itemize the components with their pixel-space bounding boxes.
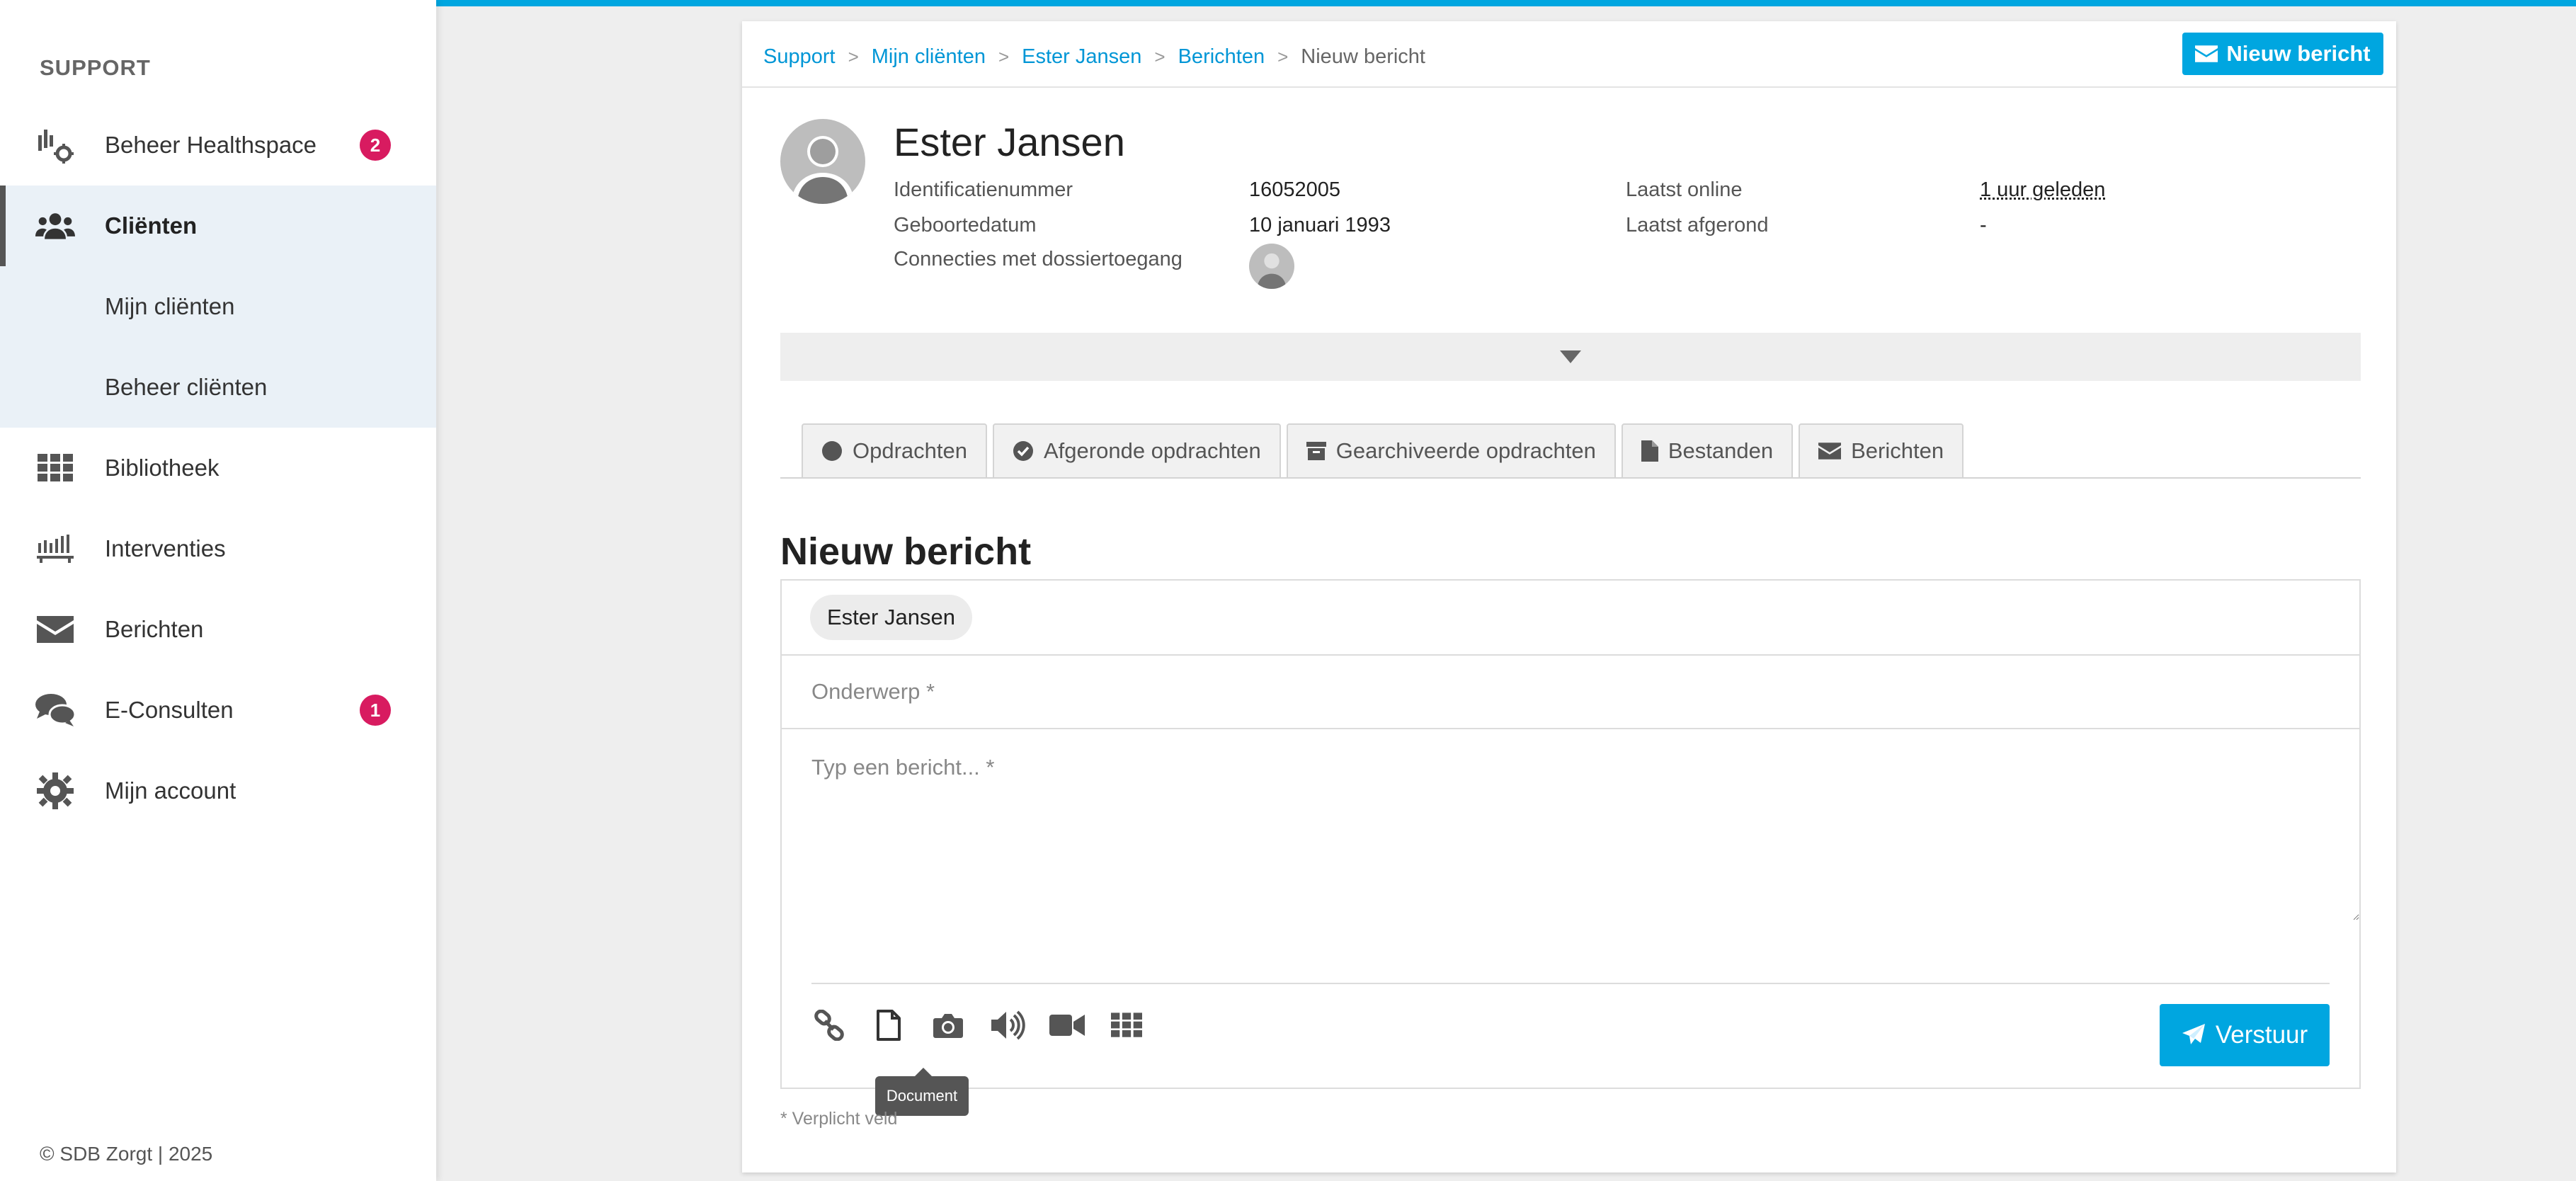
new-message-label: Nieuw bericht bbox=[2226, 41, 2371, 66]
interventions-icon bbox=[35, 529, 75, 569]
tab-label: Opdrachten bbox=[853, 438, 967, 463]
link-icon[interactable] bbox=[811, 1005, 847, 1045]
sidebar-item-label: Mijn cliënten bbox=[105, 293, 235, 319]
last-completed-value: - bbox=[1980, 214, 1987, 236]
subject-input[interactable] bbox=[782, 656, 2359, 729]
breadcrumb-client[interactable]: Ester Jansen bbox=[1022, 45, 1141, 69]
file-icon bbox=[1641, 440, 1658, 462]
dob-value: 10 januari 1993 bbox=[1249, 214, 1391, 236]
breadcrumb-support[interactable]: Support bbox=[763, 45, 836, 69]
caret-down-icon bbox=[1560, 350, 1581, 363]
tab-bar: Opdrachten Afgeronde opdrachten Gearchiv… bbox=[802, 423, 1964, 479]
last-online-value: 1 uur geleden bbox=[1980, 178, 2106, 201]
sidebar-item-label: Cliënten bbox=[105, 212, 198, 239]
sidebar-item-label: Mijn account bbox=[105, 777, 236, 804]
last-completed-label: Laatst afgerond bbox=[1626, 214, 1769, 236]
tab-label: Berichten bbox=[1851, 438, 1944, 463]
sidebar-item-interventies[interactable]: Interventies bbox=[0, 508, 436, 589]
sidebar-item-label: Interventies bbox=[105, 535, 226, 561]
sidebar-item-e-consulten[interactable]: E-Consulten 1 bbox=[0, 670, 436, 751]
id-value: 16052005 bbox=[1249, 178, 1341, 201]
new-message-button[interactable]: Nieuw bericht bbox=[2182, 33, 2383, 75]
header-divider bbox=[742, 86, 2396, 88]
circle-icon bbox=[822, 441, 842, 461]
tab-bestanden[interactable]: Bestanden bbox=[1621, 423, 1794, 479]
tab-berichten[interactable]: Berichten bbox=[1799, 423, 1964, 479]
compose-title: Nieuw bericht bbox=[780, 530, 1032, 573]
sidebar-item-clienten[interactable]: Cliënten bbox=[0, 186, 436, 266]
id-label: Identificatienummer bbox=[894, 178, 1073, 201]
sidebar-item-beheer-healthspace[interactable]: Beheer Healthspace 2 bbox=[0, 105, 436, 186]
grid-icon bbox=[35, 448, 75, 488]
sidebar-item-mijn-account[interactable]: Mijn account bbox=[0, 751, 436, 831]
breadcrumb-berichten[interactable]: Berichten bbox=[1178, 45, 1265, 69]
main-card: Support > Mijn cliënten > Ester Jansen >… bbox=[742, 21, 2396, 1173]
users-icon bbox=[35, 206, 75, 246]
send-label: Verstuur bbox=[2215, 1021, 2308, 1049]
document-icon[interactable] bbox=[871, 1005, 906, 1045]
notification-badge: 2 bbox=[360, 130, 391, 161]
video-icon[interactable] bbox=[1049, 1005, 1085, 1045]
sidebar: SUPPORT Beheer Healthspace 2 Cliënten Mi… bbox=[0, 0, 436, 1181]
sidebar-item-beheer-clienten[interactable]: Beheer cliënten bbox=[0, 347, 436, 428]
envelope-icon bbox=[2195, 45, 2218, 62]
breadcrumb-mijn-clienten[interactable]: Mijn cliënten bbox=[872, 45, 986, 69]
breadcrumb-current: Nieuw bericht bbox=[1301, 45, 1425, 68]
check-circle-icon bbox=[1013, 441, 1033, 461]
sidebar-item-label: Beheer cliënten bbox=[105, 374, 268, 400]
last-online-label: Laatst online bbox=[1626, 178, 1743, 201]
envelope-icon bbox=[35, 610, 75, 649]
breadcrumb-separator: > bbox=[998, 46, 1010, 67]
audio-icon[interactable] bbox=[990, 1005, 1025, 1045]
tab-opdrachten[interactable]: Opdrachten bbox=[802, 423, 987, 479]
tab-label: Gearchiveerde opdrachten bbox=[1335, 438, 1596, 463]
breadcrumb-separator: > bbox=[848, 46, 859, 67]
camera-icon[interactable] bbox=[930, 1005, 966, 1045]
sidebar-item-label: Berichten bbox=[105, 616, 204, 642]
copyright: © SDB Zorgt | 2025 bbox=[40, 1143, 213, 1165]
dob-label: Geboortedatum bbox=[894, 214, 1037, 236]
chat-bubbles-icon bbox=[35, 690, 75, 730]
sidebar-item-label: E-Consulten bbox=[105, 697, 234, 723]
sidebar-item-mijn-clienten[interactable]: Mijn cliënten bbox=[0, 266, 436, 347]
recipient-row[interactable]: Ester Jansen bbox=[782, 581, 2359, 656]
sidebar-heading: SUPPORT bbox=[40, 55, 151, 80]
sidebar-nav: Beheer Healthspace 2 Cliënten Mijn cliën… bbox=[0, 105, 436, 831]
gear-icon bbox=[35, 771, 75, 811]
recipient-chip[interactable]: Ester Jansen bbox=[810, 595, 972, 640]
grid-icon[interactable] bbox=[1109, 1005, 1144, 1045]
attachment-toolbar bbox=[811, 1005, 1144, 1045]
required-field-note: * Verplicht veld bbox=[780, 1109, 898, 1129]
archive-icon bbox=[1306, 442, 1326, 460]
connections-label: Connecties met dossiertoegang bbox=[894, 248, 1182, 270]
client-avatar bbox=[780, 119, 865, 204]
expand-details-bar[interactable] bbox=[780, 333, 2361, 381]
sidebar-item-label: Bibliotheek bbox=[105, 455, 220, 481]
tab-gearchiveerde-opdrachten[interactable]: Gearchiveerde opdrachten bbox=[1286, 423, 1616, 479]
tab-label: Bestanden bbox=[1668, 438, 1774, 463]
notification-badge: 1 bbox=[360, 695, 391, 726]
sidebar-item-label: Beheer Healthspace bbox=[105, 132, 317, 158]
message-input[interactable] bbox=[782, 729, 2359, 920]
sidebar-item-bibliotheek[interactable]: Bibliotheek bbox=[0, 428, 436, 508]
toolbar-divider bbox=[811, 983, 2330, 984]
compose-form: Ester Jansen Document bbox=[780, 579, 2361, 1116]
tab-afgeronde-opdrachten[interactable]: Afgeronde opdrachten bbox=[993, 423, 1281, 479]
envelope-icon bbox=[1818, 443, 1842, 460]
client-name: Ester Jansen bbox=[894, 120, 1125, 164]
tab-bar-underline bbox=[780, 477, 2361, 479]
breadcrumb: Support > Mijn cliënten > Ester Jansen >… bbox=[763, 45, 1425, 69]
connection-avatar[interactable] bbox=[1249, 244, 1294, 289]
healthspace-settings-icon bbox=[35, 125, 75, 165]
top-accent-bar bbox=[436, 0, 2576, 6]
tab-label: Afgeronde opdrachten bbox=[1044, 438, 1261, 463]
breadcrumb-separator: > bbox=[1277, 46, 1289, 67]
paper-plane-icon bbox=[2182, 1024, 2205, 1044]
sidebar-item-berichten[interactable]: Berichten bbox=[0, 589, 436, 670]
breadcrumb-separator: > bbox=[1154, 46, 1166, 67]
send-button[interactable]: Verstuur bbox=[2160, 1004, 2330, 1066]
